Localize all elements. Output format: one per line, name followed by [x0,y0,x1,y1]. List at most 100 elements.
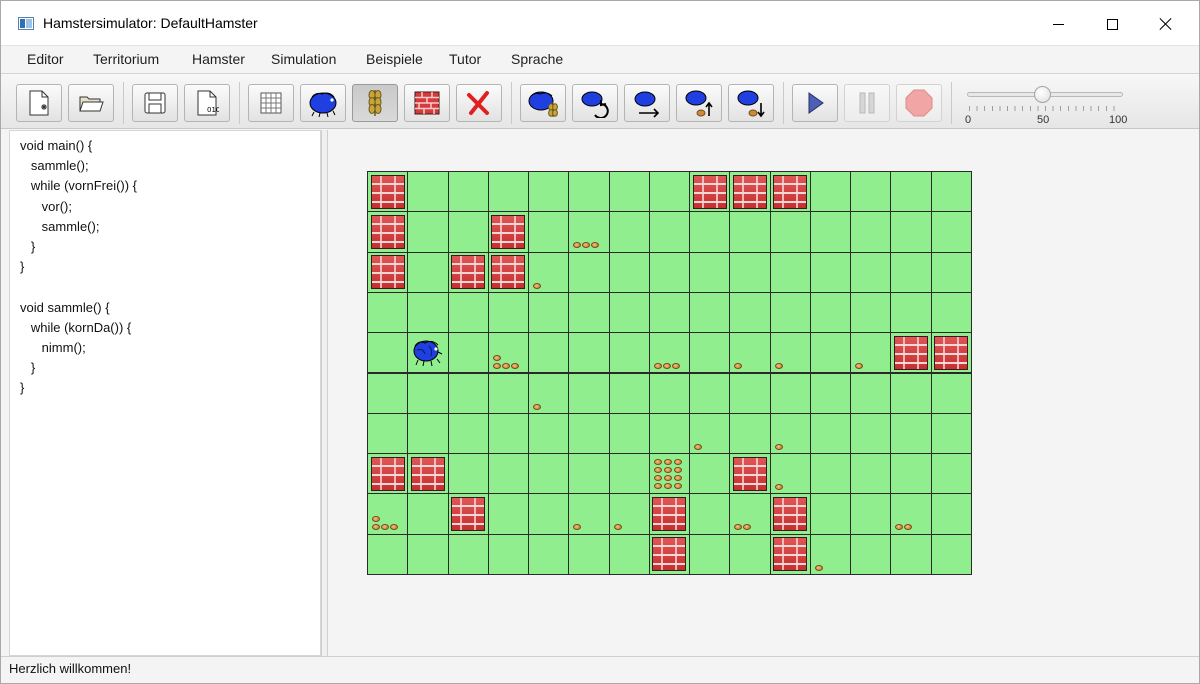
territory-cell[interactable] [407,372,449,414]
territory-cell[interactable] [528,453,570,495]
menu-sprache[interactable]: Sprache [511,51,563,67]
territory-cell[interactable] [608,533,650,575]
territory-cell[interactable] [930,453,972,495]
stop-button[interactable] [896,84,942,122]
territory-cell[interactable] [890,372,932,414]
territory-cell[interactable] [729,533,771,575]
territory-cell[interactable] [608,412,650,455]
territory-cell[interactable] [769,251,811,293]
territory-cell[interactable] [689,251,731,293]
territory-cell[interactable] [809,453,852,495]
territory-cell[interactable] [689,453,731,495]
territory-cell[interactable] [930,211,972,253]
territory-cell[interactable] [930,171,972,213]
territory-cell[interactable] [890,533,932,575]
territory-cell[interactable] [568,453,610,495]
menu-editor[interactable]: Editor [27,51,64,67]
territory-cell[interactable] [850,493,892,535]
territory-cell[interactable] [648,211,691,253]
territory-cell[interactable] [608,251,650,293]
speed-slider[interactable]: 0 50 100 [965,84,1127,126]
territory-cell[interactable] [689,211,731,253]
territory-cell[interactable] [407,211,449,253]
territory-cell[interactable] [729,291,771,334]
menu-tutor[interactable]: Tutor [449,51,481,67]
territory-cell[interactable] [608,211,650,253]
territory-cell[interactable] [648,171,691,213]
territory-cell[interactable] [850,291,892,334]
territory-cell[interactable] [407,493,449,535]
territory-cell[interactable] [729,211,771,253]
territory-cell[interactable] [608,453,650,495]
territory-cell[interactable] [447,533,489,575]
territory-cell[interactable] [769,211,811,253]
delete-button[interactable] [456,84,502,122]
territory-cell[interactable] [568,533,610,575]
territory-cell[interactable] [648,372,691,414]
territory-cell[interactable] [890,171,932,213]
close-button[interactable] [1143,9,1189,39]
territory-cell[interactable] [850,372,892,414]
split-pane-divider[interactable] [321,130,328,656]
territory-cell[interactable] [447,412,489,455]
place-grain-button[interactable] [352,84,398,122]
territory-cell[interactable] [568,171,610,213]
territory-cell[interactable] [809,291,852,334]
minimize-button[interactable] [1035,9,1081,39]
territory-cell[interactable] [769,372,811,414]
territory-cell[interactable] [487,372,530,414]
territory-cell[interactable] [850,533,892,575]
territory-cell[interactable] [729,372,771,414]
menu-territorium[interactable]: Territorium [93,51,159,67]
menu-beispiele[interactable]: Beispiele [366,51,423,67]
territory-cell[interactable] [608,291,650,334]
territory-cell[interactable] [689,493,731,535]
territory-cell[interactable] [528,412,570,455]
territory-cell[interactable] [407,171,449,213]
compile-button[interactable]: 010 [184,84,230,122]
move-forward-button[interactable] [624,84,670,122]
territory-cell[interactable] [809,171,852,213]
territory-cell[interactable] [447,171,489,213]
territory-cell[interactable] [407,291,449,334]
territory-cell[interactable] [930,251,972,293]
territory-cell[interactable] [850,171,892,213]
save-button[interactable] [132,84,178,122]
territory-cell[interactable] [809,251,852,293]
territory-cell[interactable] [407,412,449,455]
territory-cell[interactable] [769,291,811,334]
territory-cell[interactable] [487,291,530,334]
territory-cell[interactable] [930,412,972,455]
territory-cell[interactable] [528,332,570,374]
territory-cell[interactable] [447,372,489,414]
territory-cell[interactable] [890,453,932,495]
territory-cell[interactable] [689,372,731,414]
territory-cell[interactable] [809,493,852,535]
territory-cell[interactable] [367,332,409,374]
territory-cell[interactable] [890,412,932,455]
pause-button[interactable] [844,84,890,122]
territory-cell[interactable] [568,372,610,414]
turn-left-button[interactable] [572,84,618,122]
territory-cell[interactable] [850,412,892,455]
territory-cell[interactable] [367,291,409,334]
hamster-icon[interactable] [411,336,443,368]
territory-cell[interactable] [850,251,892,293]
territory-cell[interactable] [648,412,691,455]
territory-cell[interactable] [809,412,852,455]
territory-cell[interactable] [568,412,610,455]
territory-cell[interactable] [447,291,489,334]
territory-cell[interactable] [447,211,489,253]
territory-cell[interactable] [568,332,610,374]
place-hamster-button[interactable] [300,84,346,122]
territory-cell[interactable] [850,211,892,253]
territory-cell[interactable] [729,251,771,293]
territory-cell[interactable] [528,291,570,334]
territory-cell[interactable] [528,211,570,253]
new-file-button[interactable] [16,84,62,122]
territory-cell[interactable] [528,533,570,575]
menu-hamster[interactable]: Hamster [192,51,245,67]
put-grain-button[interactable] [728,84,774,122]
territory-cell[interactable] [367,412,409,455]
territory-cell[interactable] [930,372,972,414]
